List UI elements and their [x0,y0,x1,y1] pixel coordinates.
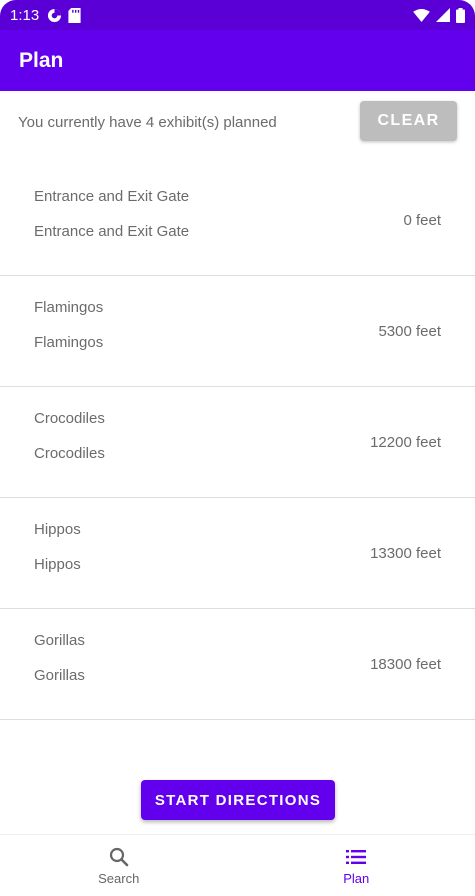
nav-item-plan[interactable]: Plan [238,835,475,896]
signal-icon [436,8,450,22]
exhibit-subtitle: Entrance and Exit Gate [34,223,190,240]
exhibit-subtitle: Flamingos [34,334,104,351]
exhibit-name: Gorillas [34,632,85,649]
exhibit-distance: 13300 feet [370,545,441,562]
nav-label-plan: Plan [343,871,370,886]
data-saver-icon [48,8,62,22]
battery-icon [456,7,465,23]
nav-item-search[interactable]: Search [0,835,238,896]
exhibit-subtitle: Hippos [34,556,81,573]
plan-list-item[interactable]: Crocodiles Crocodiles 12200 feet [0,387,475,498]
exhibit-distance: 18300 feet [370,656,441,673]
exhibit-distance: 12200 feet [370,434,441,451]
plan-summary: You currently have 4 exhibit(s) planned … [0,91,475,153]
page-title: Plan [19,48,64,72]
plan-list-item[interactable]: Hippos Hippos 13300 feet [0,498,475,609]
sd-card-icon [68,7,81,23]
exhibit-name: Hippos [34,521,81,538]
status-right-icons [413,7,465,23]
exhibit-name: Flamingos [34,299,104,316]
exhibit-name: Entrance and Exit Gate [34,188,190,205]
exhibit-distance: 0 feet [403,212,441,229]
planned-count-text: You currently have 4 exhibit(s) planned [18,113,277,131]
exhibit-subtitle: Crocodiles [34,445,105,462]
app-bar: Plan [0,30,475,91]
search-icon [109,847,129,867]
exhibit-subtitle: Gorillas [34,667,85,684]
wifi-icon [413,8,430,22]
nav-label-search: Search [98,871,140,886]
bottom-navigation: Search Plan [0,834,475,896]
plan-list-item[interactable]: Entrance and Exit Gate Entrance and Exit… [0,165,475,276]
plan-list: Entrance and Exit Gate Entrance and Exit… [0,165,475,720]
plan-list-item[interactable]: Flamingos Flamingos 5300 feet [0,276,475,387]
list-icon [346,850,367,864]
app-screen: 1:13 Plan You currently have 4 exhibit(s… [0,0,475,896]
status-time: 1:13 [10,6,40,24]
start-directions-button[interactable]: START DIRECTIONS [141,780,335,820]
status-left-icons [47,7,81,23]
exhibit-distance: 5300 feet [378,323,441,340]
exhibit-name: Crocodiles [34,410,105,427]
plan-list-item[interactable]: Gorillas Gorillas 18300 feet [0,609,475,720]
status-bar: 1:13 [0,0,475,30]
clear-button[interactable]: CLEAR [360,101,457,141]
